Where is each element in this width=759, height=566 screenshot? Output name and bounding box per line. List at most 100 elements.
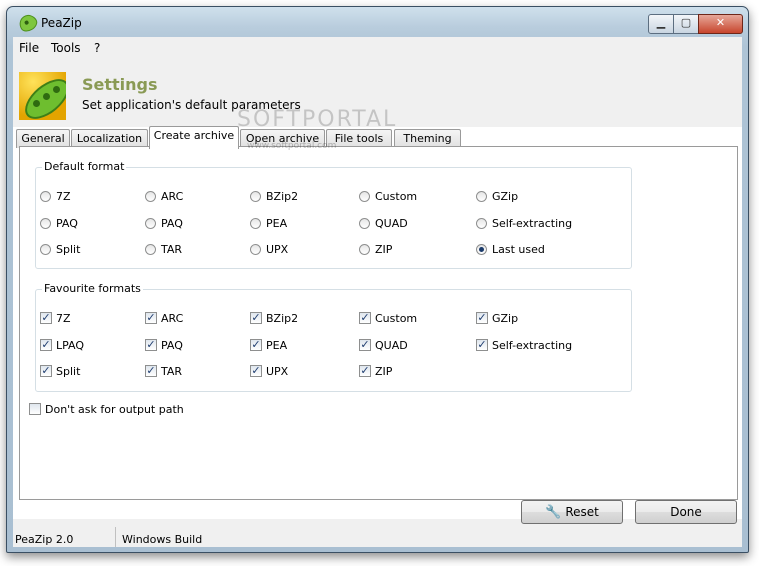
checkbox-box[interactable]: ✓ xyxy=(40,339,52,351)
default-format-group: Default format 7Z ARC BZip2 Custom GZip PAQ PA… xyxy=(35,160,632,269)
default-format-label: Default format xyxy=(42,160,127,173)
tab-create-archive[interactable]: Create archive xyxy=(149,126,239,149)
favourite-checkbox-2-2[interactable]: ✓ UPX xyxy=(250,364,288,378)
radio-button[interactable] xyxy=(476,190,487,202)
minimize-button[interactable]: ▁ xyxy=(648,14,674,34)
menu-help[interactable]: ? xyxy=(94,41,100,55)
reset-button[interactable]: 🔧 Reset xyxy=(521,500,623,524)
dont-ask-label: Don't ask for output path xyxy=(45,402,184,416)
checkbox-box[interactable]: ✓ xyxy=(250,339,262,351)
option-label: 7Z xyxy=(56,189,71,203)
radio-button[interactable] xyxy=(476,217,487,229)
favourite-checkbox-1-1[interactable]: ✓ PAQ xyxy=(145,338,183,352)
maximize-button[interactable]: ▢ xyxy=(673,14,699,34)
option-label: BZip2 xyxy=(266,189,299,203)
softportal-watermark-url: www.softportal.com xyxy=(247,141,337,151)
favourite-checkbox-2-0[interactable]: ✓ Split xyxy=(40,364,80,378)
radio-button[interactable] xyxy=(250,190,261,202)
favourite-formats-label: Favourite formats xyxy=(42,282,143,295)
option-label: ZIP xyxy=(375,242,393,256)
option-label: TAR xyxy=(161,242,183,256)
format-radio-1-2[interactable]: PEA xyxy=(250,216,287,230)
favourite-checkbox-0-4[interactable]: ✓ GZip xyxy=(476,311,518,325)
radio-button[interactable] xyxy=(145,190,156,202)
checkbox-box[interactable]: ✓ xyxy=(250,365,262,377)
favourite-checkbox-1-0[interactable]: ✓ LPAQ xyxy=(40,338,84,352)
menu-file[interactable]: File xyxy=(19,41,39,55)
format-radio-0-2[interactable]: BZip2 xyxy=(250,189,298,203)
checkbox-box[interactable]: ✓ xyxy=(359,339,371,351)
create-archive-panel: Default format 7Z ARC BZip2 Custom GZip PAQ PA… xyxy=(19,146,738,500)
radio-button[interactable] xyxy=(359,243,370,255)
option-label: Split xyxy=(56,364,81,378)
option-label: ZIP xyxy=(375,364,393,378)
menu-bar: File Tools ? xyxy=(13,37,742,57)
done-button[interactable]: Done xyxy=(635,500,737,524)
format-radio-0-3[interactable]: Custom xyxy=(359,189,417,203)
option-label: LPAQ xyxy=(56,338,85,352)
favourite-checkbox-0-1[interactable]: ✓ ARC xyxy=(145,311,183,325)
format-radio-1-1[interactable]: PAQ xyxy=(145,216,183,230)
favourite-checkbox-2-3[interactable]: ✓ ZIP xyxy=(359,364,392,378)
format-radio-1-3[interactable]: QUAD xyxy=(359,216,408,230)
option-label: UPX xyxy=(266,242,289,256)
checkbox-box[interactable]: ✓ xyxy=(250,312,262,324)
checkbox-box[interactable]: ✓ xyxy=(145,312,157,324)
radio-button[interactable] xyxy=(250,217,261,229)
status-separator xyxy=(115,527,116,547)
format-radio-1-0[interactable]: PAQ xyxy=(40,216,78,230)
checkbox-box[interactable]: ✓ xyxy=(145,339,157,351)
radio-button[interactable] xyxy=(476,243,487,255)
favourite-checkbox-0-0[interactable]: ✓ 7Z xyxy=(40,311,71,325)
window-title: PeaZip xyxy=(41,16,82,30)
checkbox-box[interactable]: ✓ xyxy=(145,365,157,377)
radio-button[interactable] xyxy=(40,190,51,202)
status-build: Windows Build xyxy=(122,533,203,546)
checkbox-box[interactable]: ✓ xyxy=(359,312,371,324)
favourite-checkbox-1-2[interactable]: ✓ PEA xyxy=(250,338,287,352)
favourite-checkbox-0-3[interactable]: ✓ Custom xyxy=(359,311,417,325)
title-bar[interactable]: PeaZip ▁ ▢ ✕ xyxy=(7,7,748,37)
favourite-checkbox-1-3[interactable]: ✓ QUAD xyxy=(359,338,408,352)
radio-button[interactable] xyxy=(40,217,51,229)
checkbox-box[interactable]: ✓ xyxy=(40,312,52,324)
radio-button[interactable] xyxy=(250,243,261,255)
checkbox-box[interactable]: ✓ xyxy=(40,365,52,377)
settings-title: Settings xyxy=(82,75,158,94)
option-label: Custom xyxy=(375,311,418,325)
menu-tools[interactable]: Tools xyxy=(51,41,81,55)
dont-ask-output-path-checkbox[interactable]: Don't ask for output path xyxy=(29,402,184,416)
option-label: QUAD xyxy=(375,338,408,352)
option-label: Custom xyxy=(375,189,418,203)
option-label: PEA xyxy=(266,338,288,352)
format-radio-2-1[interactable]: TAR xyxy=(145,242,182,256)
format-radio-0-4[interactable]: GZip xyxy=(476,189,518,203)
format-radio-2-4[interactable]: Last used xyxy=(476,242,545,256)
checkbox-box[interactable]: ✓ xyxy=(476,339,488,351)
radio-button[interactable] xyxy=(145,217,156,229)
format-radio-2-0[interactable]: Split xyxy=(40,242,80,256)
format-radio-1-4[interactable]: Self-extracting xyxy=(476,216,572,230)
status-version: PeaZip 2.0 xyxy=(15,533,74,546)
option-label: 7Z xyxy=(56,311,71,325)
option-label: TAR xyxy=(161,364,183,378)
format-radio-0-0[interactable]: 7Z xyxy=(40,189,71,203)
format-radio-2-3[interactable]: ZIP xyxy=(359,242,392,256)
option-label: Last used xyxy=(492,242,545,256)
checkbox-box[interactable]: ✓ xyxy=(476,312,488,324)
client-area: File Tools ? Settings Set application's … xyxy=(13,37,742,547)
close-button[interactable]: ✕ xyxy=(698,14,743,34)
radio-button[interactable] xyxy=(40,243,51,255)
checkbox-box[interactable]: ✓ xyxy=(359,365,371,377)
peazip-app-icon xyxy=(16,11,40,35)
checkbox-box[interactable] xyxy=(29,403,41,415)
favourite-checkbox-0-2[interactable]: ✓ BZip2 xyxy=(250,311,298,325)
option-label: BZip2 xyxy=(266,311,299,325)
format-radio-0-1[interactable]: ARC xyxy=(145,189,183,203)
radio-button[interactable] xyxy=(359,190,370,202)
radio-button[interactable] xyxy=(359,217,370,229)
format-radio-2-2[interactable]: UPX xyxy=(250,242,288,256)
favourite-checkbox-1-4[interactable]: ✓ Self-extracting xyxy=(476,338,572,352)
favourite-checkbox-2-1[interactable]: ✓ TAR xyxy=(145,364,182,378)
radio-button[interactable] xyxy=(145,243,156,255)
